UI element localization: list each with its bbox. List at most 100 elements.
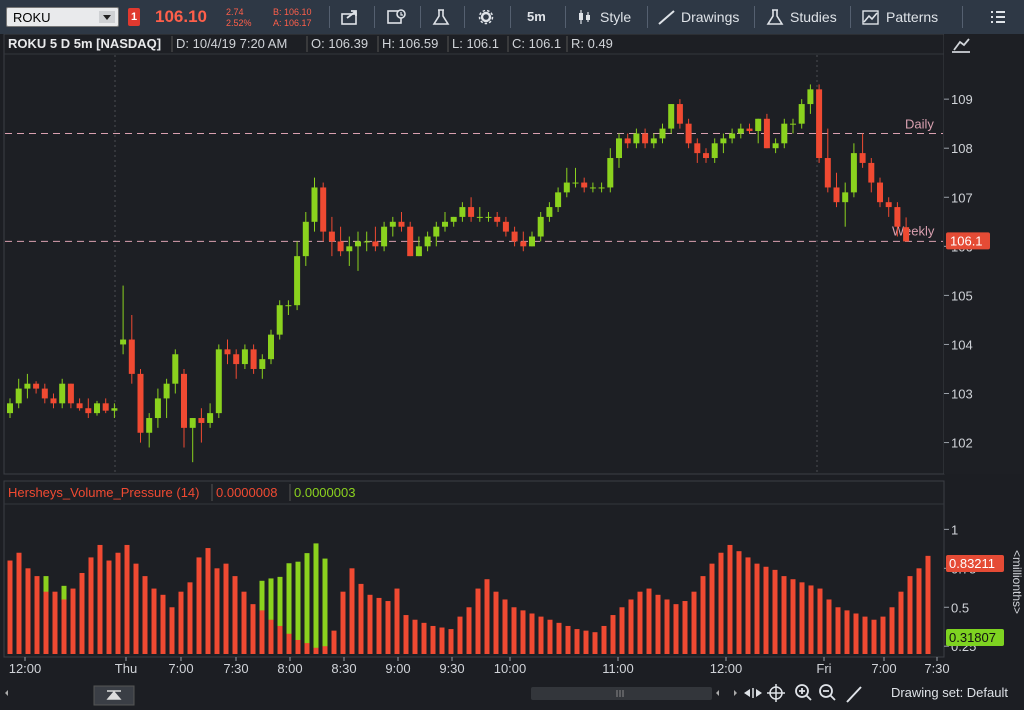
share-icon[interactable] <box>340 8 360 26</box>
time-tick-label: 9:30 <box>439 661 464 676</box>
toolbar-divider <box>510 6 511 28</box>
study-bar-red <box>493 591 499 654</box>
study-bar-red <box>358 583 364 654</box>
drawings-button[interactable]: Drawings <box>681 0 739 34</box>
symbol-selector[interactable]: ROKU <box>6 7 119 27</box>
study-bar-red <box>124 544 130 654</box>
candle-style-icon[interactable] <box>576 8 596 26</box>
study-bar-red <box>601 625 607 654</box>
header-range: R: 0.49 <box>571 36 613 51</box>
study-bar-red <box>700 576 706 654</box>
header-open: O: 106.39 <box>311 36 368 51</box>
candle <box>276 300 283 340</box>
study-bar-red <box>151 588 157 654</box>
pencil-line-icon[interactable] <box>657 8 677 26</box>
study-bar-red <box>790 579 796 654</box>
time-tick-label: 12:00 <box>710 661 743 676</box>
flask-icon[interactable] <box>431 8 451 26</box>
studies-flask-icon[interactable] <box>765 8 785 26</box>
study-bar-red <box>637 591 643 654</box>
patterns-icon[interactable] <box>861 8 881 26</box>
study-bar-red <box>232 576 238 654</box>
study-bar-red <box>34 576 40 654</box>
toolbar-divider <box>420 6 421 28</box>
study-bar-red <box>16 552 22 654</box>
study-bar-red <box>511 607 517 654</box>
study-bar-red <box>583 630 589 654</box>
study-bar-red <box>682 601 688 654</box>
study-bar-red <box>538 616 544 654</box>
study-value-green: 0.0000003 <box>294 485 355 500</box>
study-bar-red <box>547 619 553 654</box>
study-name: Hersheys_Volume_Pressure (14) <box>8 485 199 500</box>
study-bar-green <box>322 558 328 654</box>
menu-list-icon[interactable] <box>988 8 1008 26</box>
time-tick-label: 10:00 <box>494 661 527 676</box>
study-bar-red <box>295 639 301 654</box>
patterns-button[interactable]: Patterns <box>886 0 938 34</box>
drawing-set-selector[interactable]: Drawing set: Default <box>891 685 1008 700</box>
scroll-left-small-icon[interactable] <box>716 690 719 696</box>
study-bar-red <box>403 615 409 654</box>
gear-icon[interactable] <box>476 8 496 26</box>
ask-price: A: 106.17 <box>273 18 312 28</box>
study-bar-red <box>160 594 166 654</box>
zoom-in-icon[interactable] <box>795 684 812 701</box>
price-tick-label: 107 <box>951 190 973 205</box>
study-bar-red <box>691 591 697 654</box>
alert-badge[interactable]: 1 <box>128 8 140 26</box>
time-tick-label: Fri <box>816 661 831 676</box>
header-date: D: 10/4/19 7:20 AM <box>176 36 287 51</box>
time-tick-label: 8:30 <box>331 661 356 676</box>
top-toolbar: ROKU 1 106.10 2.74 2.52% B: 106.10 A: 10… <box>0 0 1024 35</box>
study-bar-red <box>574 629 580 654</box>
study-bar-red <box>448 629 454 654</box>
studies-button[interactable]: Studies <box>790 0 837 34</box>
chevron-down-icon[interactable] <box>99 11 115 23</box>
study-bar-red <box>25 568 31 654</box>
study-bar-red <box>169 607 175 654</box>
zoom-out-icon[interactable] <box>819 684 836 701</box>
study-bar-red <box>439 627 445 654</box>
study-bar-red <box>421 622 427 654</box>
study-bar-red <box>331 630 337 654</box>
expand-time-icon[interactable] <box>744 688 762 698</box>
study-bar-red <box>142 576 148 654</box>
study-bar-red <box>817 588 823 654</box>
study-bar-red <box>376 597 382 654</box>
style-button[interactable]: Style <box>600 0 631 34</box>
candle <box>407 221 414 257</box>
study-tick-label: 0.5 <box>951 600 969 615</box>
red-readout-label: 0.83211 <box>949 556 995 571</box>
time-tick-label: 7:30 <box>223 661 248 676</box>
study-bar-red <box>115 552 121 654</box>
collapse-panel-button[interactable] <box>93 685 135 706</box>
study-bar-red <box>178 591 184 654</box>
horizontal-scrollbar[interactable] <box>531 687 712 700</box>
study-bar-red <box>835 607 841 654</box>
study-bar-red <box>772 569 778 654</box>
study-bar-red <box>61 599 67 654</box>
study-bar-red <box>727 544 733 654</box>
candle <box>137 368 144 443</box>
study-bar-red <box>7 560 13 654</box>
study-bar-green <box>313 543 319 654</box>
chart-title: ROKU 5 D 5m [NASDAQ] <box>8 36 161 51</box>
study-bar-red <box>502 599 508 654</box>
scroll-left-icon[interactable] <box>5 690 8 696</box>
chart-canvas[interactable]: ROKU 5 D 5m [NASDAQ] D: 10/4/19 7:20 AM … <box>0 34 1024 676</box>
study-bar-red <box>385 601 391 654</box>
study-bar-red <box>250 604 256 654</box>
flexible-grid-icon[interactable] <box>386 8 406 26</box>
study-bar-red <box>268 619 274 654</box>
scroll-right-small-icon[interactable] <box>734 690 737 696</box>
aggregation-button[interactable]: 5m <box>527 0 546 34</box>
study-bar-red <box>646 588 652 654</box>
draw-line-icon[interactable] <box>846 686 862 703</box>
symbol-text: ROKU <box>13 10 51 25</box>
study-bar-red <box>430 625 436 654</box>
price-tick-label: 108 <box>951 141 973 156</box>
study-green-readout: 0.31807 <box>946 629 1004 646</box>
crosshair-icon[interactable] <box>767 684 785 702</box>
study-bar-red <box>745 557 751 654</box>
